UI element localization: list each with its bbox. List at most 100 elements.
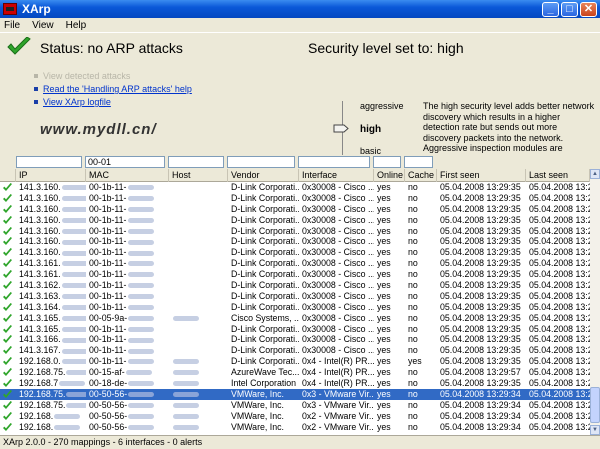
cell-cache: no bbox=[405, 236, 437, 247]
table-row[interactable]: 192.168.7 00-18-de- Intel Corporation 0x4 -… bbox=[0, 378, 590, 389]
column-online[interactable]: Online bbox=[374, 169, 405, 182]
table-header: IP MAC Host Vendor Interface Online Cach… bbox=[0, 169, 590, 182]
cell-last-seen: 05.04.2008 13:2 bbox=[526, 182, 590, 193]
column-cache[interactable]: Cache bbox=[405, 169, 437, 182]
help-link[interactable]: Read the 'Handling ARP attacks' help bbox=[43, 84, 192, 94]
table-row[interactable]: 192.168.75. 00-50-56- VMWare, Inc. 0x3 - VM… bbox=[0, 388, 590, 400]
table-row[interactable]: 141.3.160. 00-1b-11- D-Link Corporati... 0x… bbox=[0, 193, 590, 204]
minimize-button[interactable]: _ bbox=[542, 1, 559, 17]
scroll-down-icon[interactable]: ▼ bbox=[590, 425, 600, 435]
cell-first-seen-text: 05.04.2008 13:29:35 bbox=[440, 280, 521, 291]
column-interface[interactable]: Interface bbox=[299, 169, 374, 182]
table-row[interactable]: 141.3.161. 00-1b-11- D-Link Corporati... 0x… bbox=[0, 269, 590, 280]
column-host[interactable]: Host bbox=[169, 169, 228, 182]
cache-filter-input[interactable] bbox=[404, 156, 433, 168]
cell-first-seen: 05.04.2008 13:29:34 bbox=[437, 422, 526, 433]
cell-online-text: yes bbox=[377, 280, 391, 291]
table-row[interactable]: 141.3.162. 00-1b-11- D-Link Corporati... 0x… bbox=[0, 280, 590, 291]
table-row[interactable]: 141.3.160. 00-1b-11- D-Link Corporati... 0x… bbox=[0, 182, 590, 193]
redacted-text bbox=[128, 424, 155, 430]
table-row[interactable]: 141.3.160. 00-1b-11- D-Link Corporati... 0x… bbox=[0, 236, 590, 247]
title-bar[interactable]: XArp _ □ ✕ bbox=[0, 0, 600, 18]
cell-cache-text: no bbox=[408, 421, 418, 432]
table-row[interactable]: 192.168.0. 00-1b-11- D-Link Corporati... 0x… bbox=[0, 356, 590, 367]
cell-last-seen: 05.04.2008 13:2 bbox=[526, 291, 590, 302]
redacted-text bbox=[127, 283, 154, 289]
status-check-icon bbox=[7, 37, 31, 55]
column-first-seen[interactable]: First seen bbox=[437, 169, 526, 182]
online-check-icon bbox=[0, 204, 16, 215]
column-ip[interactable]: IP bbox=[16, 169, 86, 182]
cell-vendor-text: VMWare, Inc. bbox=[231, 388, 284, 399]
cell-ip: 141.3.161. bbox=[16, 269, 86, 280]
cell-first-seen-text: 05.04.2008 13:29:35 bbox=[440, 203, 521, 214]
cell-vendor-text: D-Link Corporati... bbox=[231, 280, 299, 291]
cell-ip: 141.3.160. bbox=[16, 182, 86, 193]
table-row[interactable]: 141.3.160. 00-1b-11- D-Link Corporati... 0x… bbox=[0, 247, 590, 258]
cell-last-seen: 05.04.2008 13:2 bbox=[526, 378, 590, 389]
table-row[interactable]: 141.3.167. 00-1b-11- D-Link Corporati... 0x… bbox=[0, 345, 590, 356]
table-row[interactable]: 141.3.166. 00-1b-11- D-Link Corporati... 0x… bbox=[0, 334, 590, 345]
cell-cache-text: no bbox=[408, 258, 418, 269]
maximize-button[interactable]: □ bbox=[561, 1, 578, 17]
redacted-text bbox=[61, 337, 86, 343]
level-aggressive[interactable]: aggressive bbox=[360, 101, 404, 111]
cell-cache: no bbox=[405, 226, 437, 237]
links-list: View detected attacks Read the 'Handling… bbox=[34, 70, 192, 109]
cell-interface-text: 0x30008 - Cisco ... bbox=[302, 203, 374, 214]
cell-interface: 0x30008 - Cisco ... bbox=[299, 269, 374, 280]
column-status[interactable] bbox=[0, 169, 16, 182]
mac-filter-input[interactable] bbox=[85, 156, 165, 168]
cell-mac: 00-50-56- bbox=[86, 422, 169, 433]
table-row[interactable]: 192.168.75. 00-50-56- VMWare, Inc. 0x3 - VM… bbox=[0, 400, 590, 411]
level-high[interactable]: high bbox=[360, 124, 381, 135]
table-row[interactable]: 141.3.164. 00-1b-11- D-Link Corporati... 0x… bbox=[0, 302, 590, 313]
table-row[interactable]: 192.168.75. 00-15-af- AzureWave Tec... 0x4 … bbox=[0, 367, 590, 378]
watermark-text: www.mydll.cn/ bbox=[40, 121, 157, 138]
cell-vendor: VMWare, Inc. bbox=[228, 389, 299, 400]
cell-interface-text: 0x2 - VMware Vir... bbox=[302, 410, 374, 421]
cell-mac-text: 00-1b-11- bbox=[89, 225, 127, 236]
cell-host bbox=[169, 258, 228, 269]
menu-view[interactable]: View bbox=[32, 20, 54, 31]
table-row[interactable]: 141.3.163. 00-1b-11- D-Link Corporati... 0x… bbox=[0, 291, 590, 302]
filter-row bbox=[0, 155, 600, 169]
cell-host bbox=[169, 422, 228, 433]
cell-cache-text: no bbox=[408, 247, 418, 258]
host-filter-input[interactable] bbox=[168, 156, 224, 168]
close-button[interactable]: ✕ bbox=[580, 1, 597, 17]
cell-first-seen: 05.04.2008 13:29:35 bbox=[437, 291, 526, 302]
table-row[interactable]: 141.3.160. 00-1b-11- D-Link Corporati... 0x… bbox=[0, 204, 590, 215]
ip-filter-input[interactable] bbox=[16, 156, 82, 168]
scroll-thumb[interactable] bbox=[590, 387, 600, 423]
table-row[interactable]: 192.168. 00-50-56- VMWare, Inc. 0x2 - VMwar… bbox=[0, 422, 590, 433]
vendor-filter-input[interactable] bbox=[227, 156, 295, 168]
table-row[interactable]: 192.168. 00-50-56- VMWare, Inc. 0x2 - VMwar… bbox=[0, 411, 590, 422]
table-row[interactable]: 141.3.165. 00-1b-11- D-Link Corporati... 0x… bbox=[0, 324, 590, 335]
table-row[interactable]: 141.3.165. 00-05-9a- Cisco Systems, ... 0x3… bbox=[0, 313, 590, 324]
cell-vendor: D-Link Corporati... bbox=[228, 334, 299, 345]
table-row[interactable]: 141.3.160. 00-1b-11- D-Link Corporati... 0x… bbox=[0, 215, 590, 226]
scroll-up-icon[interactable]: ▲ bbox=[590, 169, 600, 179]
cell-host bbox=[169, 204, 228, 215]
menu-help[interactable]: Help bbox=[66, 20, 87, 31]
column-last-seen[interactable]: Last seen bbox=[526, 169, 590, 182]
table-row[interactable]: 141.3.161. 00-1b-11- D-Link Corporati... 0x… bbox=[0, 258, 590, 269]
cell-vendor-text: Intel Corporation bbox=[231, 378, 297, 389]
cell-cache: no bbox=[405, 345, 437, 356]
column-mac[interactable]: MAC bbox=[86, 169, 169, 182]
logfile-link[interactable]: View XArp logfile bbox=[43, 97, 111, 107]
cell-cache: no bbox=[405, 422, 437, 433]
cell-vendor: Intel Corporation bbox=[228, 378, 299, 389]
online-filter-input[interactable] bbox=[373, 156, 401, 168]
vertical-scrollbar[interactable]: ▲ ▼ bbox=[590, 169, 600, 435]
app-icon bbox=[3, 3, 17, 15]
cell-last-seen: 05.04.2008 13:2 bbox=[526, 356, 590, 367]
slider-thumb[interactable] bbox=[333, 124, 349, 133]
menu-file[interactable]: File bbox=[4, 20, 20, 31]
column-vendor[interactable]: Vendor bbox=[228, 169, 299, 182]
cell-interface: 0x30008 - Cisco ... bbox=[299, 280, 374, 291]
table-row[interactable]: 141.3.160. 00-1b-11- D-Link Corporati... 0x… bbox=[0, 226, 590, 237]
cell-ip-text: 192.168. bbox=[19, 410, 54, 421]
interface-filter-input[interactable] bbox=[298, 156, 370, 168]
